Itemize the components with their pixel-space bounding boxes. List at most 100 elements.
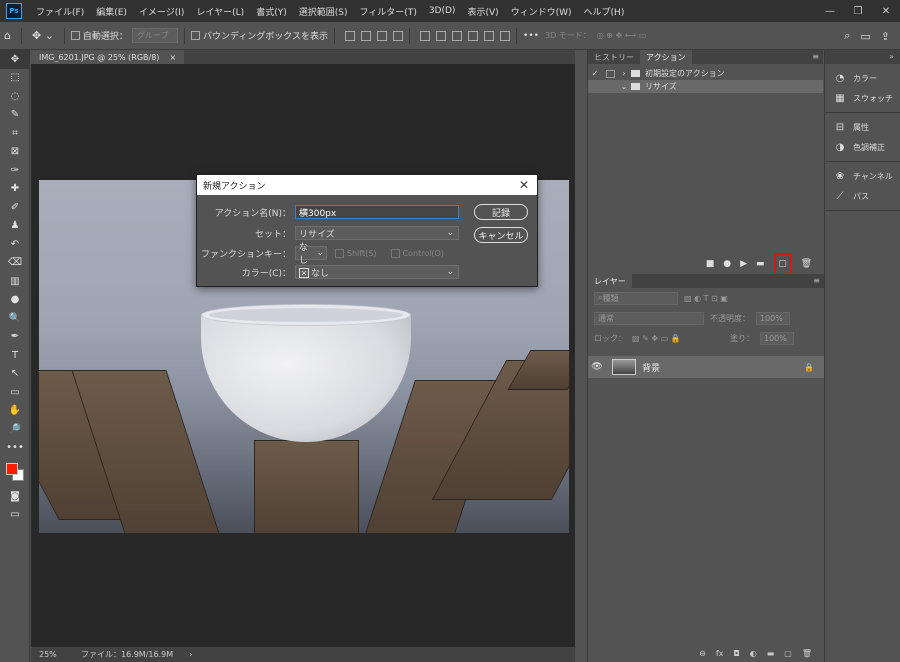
3d-mode-icons[interactable]: ◎ ⊕ ✥ ⟷ ▭ bbox=[597, 31, 647, 40]
blur-tool-icon[interactable]: ● bbox=[0, 291, 30, 310]
foreground-color-swatch[interactable] bbox=[6, 463, 18, 475]
menu-window[interactable]: ウィンドウ(W) bbox=[505, 5, 578, 18]
stamp-tool-icon[interactable]: ♟ bbox=[0, 217, 30, 236]
history-brush-tool-icon[interactable]: ↶ bbox=[0, 235, 30, 254]
move-tool-icon[interactable]: ✥ ⌄ bbox=[32, 29, 54, 42]
blend-mode-select[interactable]: 通常 bbox=[594, 311, 704, 325]
panel-menu-icon[interactable]: ≡ bbox=[813, 276, 820, 285]
crop-tool-icon[interactable]: ⌗ bbox=[0, 124, 30, 143]
screen-mode-icon[interactable]: ▭ bbox=[0, 506, 30, 525]
eyedropper-tool-icon[interactable]: ✑ bbox=[0, 161, 30, 180]
menu-filter[interactable]: フィルター(T) bbox=[353, 5, 422, 18]
dodge-tool-icon[interactable]: 🔍 bbox=[0, 309, 30, 328]
new-set-icon[interactable]: ▬ bbox=[756, 259, 765, 269]
action-name-input[interactable]: 横300px bbox=[295, 205, 459, 219]
share-icon[interactable]: ⇪ bbox=[881, 30, 890, 43]
dock-collapse-icon[interactable]: » bbox=[889, 52, 894, 61]
document-canvas[interactable] bbox=[31, 64, 575, 647]
minimize-button[interactable]: — bbox=[816, 0, 844, 22]
bounding-box-checkbox[interactable]: バウンディングボックスを表示 bbox=[190, 29, 328, 42]
menu-select[interactable]: 選択範囲(S) bbox=[293, 5, 354, 18]
record-button[interactable]: 記録 bbox=[474, 204, 528, 220]
trash-icon[interactable]: 🗑 bbox=[802, 649, 812, 658]
menu-view[interactable]: 表示(V) bbox=[461, 5, 504, 18]
fx-icon[interactable]: fx bbox=[716, 649, 724, 658]
dock-properties[interactable]: ⊟ 属性 bbox=[825, 117, 900, 137]
trash-icon[interactable]: 🗑 bbox=[801, 259, 812, 269]
lasso-tool-icon[interactable]: ◌ bbox=[0, 87, 30, 106]
zoom-tool-icon[interactable]: 🔎 bbox=[0, 420, 30, 439]
status-menu-arrow[interactable]: › bbox=[189, 650, 192, 659]
brush-tool-icon[interactable]: ✐ bbox=[0, 198, 30, 217]
adjustment-icon[interactable]: ◐ bbox=[750, 649, 757, 658]
menu-image[interactable]: イメージ(I) bbox=[133, 5, 191, 18]
menu-file[interactable]: ファイル(F) bbox=[30, 5, 90, 18]
home-icon[interactable]: ⌂ bbox=[4, 29, 11, 42]
mask-icon[interactable]: ◘ bbox=[733, 649, 739, 658]
shape-tool-icon[interactable]: ▭ bbox=[0, 383, 30, 402]
auto-select-target-dropdown[interactable]: グループ bbox=[131, 28, 178, 43]
dock-color[interactable]: ◔ カラー bbox=[825, 68, 900, 88]
menu-edit[interactable]: 編集(E) bbox=[90, 5, 133, 18]
more-options-button[interactable]: ••• bbox=[523, 31, 539, 41]
quick-mask-icon[interactable]: ◙ bbox=[0, 487, 30, 506]
dock-paths[interactable]: ⟋ パス bbox=[825, 186, 900, 206]
tab-layers[interactable]: レイヤー bbox=[588, 274, 632, 288]
auto-select-checkbox[interactable]: 自動選択： bbox=[70, 29, 128, 42]
close-window-button[interactable]: ✕ bbox=[872, 0, 900, 22]
action-set-default[interactable]: ✓ › 初期設定のアクション bbox=[588, 67, 823, 80]
play-icon[interactable]: ▶ bbox=[740, 259, 747, 269]
set-select[interactable]: リサイズ ⌄ bbox=[295, 226, 459, 240]
layer-kind-filter[interactable]: ⌕ 種類 bbox=[594, 291, 678, 305]
pen-tool-icon[interactable]: ✒ bbox=[0, 328, 30, 347]
dock-adjustments[interactable]: ◑ 色調補正 bbox=[825, 137, 900, 157]
marquee-tool-icon[interactable]: ⬚ bbox=[0, 69, 30, 88]
cancel-button[interactable]: キャンセル bbox=[474, 227, 528, 243]
tab-actions[interactable]: アクション bbox=[640, 50, 692, 64]
action-set-resize[interactable]: ⌄ リサイズ bbox=[588, 80, 823, 93]
fill-input[interactable]: 100% bbox=[760, 331, 794, 345]
move-tool-icon[interactable]: ✥ bbox=[0, 50, 30, 69]
menu-help[interactable]: ヘルプ(H) bbox=[578, 5, 631, 18]
new-action-icon[interactable]: ▢ bbox=[773, 253, 792, 275]
lock-icons[interactable]: ▨ ✎ ✥ ▭ 🔒 bbox=[632, 334, 681, 343]
path-select-tool-icon[interactable]: ↖ bbox=[0, 365, 30, 384]
document-tab-close-icon[interactable]: × bbox=[169, 53, 176, 62]
menu-layer[interactable]: レイヤー(L) bbox=[190, 5, 250, 18]
panel-menu-icon[interactable]: ≡ bbox=[812, 52, 819, 61]
workspace-icon[interactable]: ▭ bbox=[860, 30, 870, 43]
healing-tool-icon[interactable]: ✚ bbox=[0, 180, 30, 199]
eye-icon[interactable]: 👁 bbox=[588, 362, 606, 372]
hand-tool-icon[interactable]: ✋ bbox=[0, 402, 30, 421]
type-tool-icon[interactable]: T bbox=[0, 346, 30, 365]
color-select[interactable]: ✕ なし ⌄ bbox=[295, 265, 459, 279]
control-checkbox[interactable]: Control(O) bbox=[390, 248, 444, 258]
dock-channels[interactable]: ❀ チャンネル bbox=[825, 166, 900, 186]
align-buttons[interactable] bbox=[345, 30, 404, 41]
quick-select-tool-icon[interactable]: ✎ bbox=[0, 106, 30, 125]
group-icon[interactable]: ▬ bbox=[767, 649, 775, 658]
frame-tool-icon[interactable]: ⊠ bbox=[0, 143, 30, 162]
filter-icons[interactable]: ▨ ◐ T ⊡ ▣ bbox=[684, 294, 728, 303]
dialog-close-icon[interactable]: ✕ bbox=[519, 178, 529, 192]
zoom-level[interactable]: 25% bbox=[31, 650, 71, 659]
opacity-input[interactable]: 100% bbox=[756, 311, 790, 325]
search-icon[interactable]: ⌕ bbox=[844, 29, 850, 43]
eraser-tool-icon[interactable]: ⌫ bbox=[0, 254, 30, 273]
link-icon[interactable]: ⊖ bbox=[699, 649, 706, 658]
stop-icon[interactable]: ■ bbox=[706, 259, 715, 269]
record-icon[interactable]: ● bbox=[723, 259, 731, 269]
dock-swatches[interactable]: ▦ スウォッチ bbox=[825, 88, 900, 108]
edit-toolbar-icon[interactable]: ••• bbox=[0, 439, 30, 458]
restore-button[interactable]: ❐ bbox=[844, 0, 872, 22]
shift-checkbox[interactable]: Shift(S) bbox=[335, 248, 377, 258]
tab-history[interactable]: ヒストリー bbox=[588, 50, 640, 64]
menu-type[interactable]: 書式(Y) bbox=[250, 5, 293, 18]
layer-row-background[interactable]: 👁 背景 🔒 bbox=[588, 356, 824, 378]
gradient-tool-icon[interactable]: ▥ bbox=[0, 272, 30, 291]
document-tab[interactable]: IMG_6201.JPG @ 25% (RGB/8) × bbox=[31, 50, 185, 64]
function-key-select[interactable]: なし ⌄ bbox=[295, 243, 327, 266]
menu-3d[interactable]: 3D(D) bbox=[423, 6, 462, 16]
new-layer-icon[interactable]: ▢ bbox=[784, 649, 792, 658]
color-swatches[interactable] bbox=[0, 457, 29, 487]
